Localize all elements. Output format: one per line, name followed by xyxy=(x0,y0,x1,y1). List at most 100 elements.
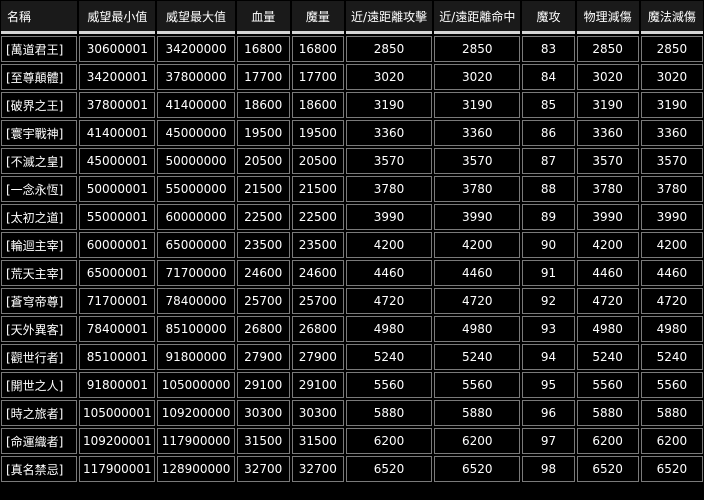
cell-mp: 29100 xyxy=(291,372,344,398)
cell-prestige-max: 117900000 xyxy=(157,428,235,454)
table-row: [不滅之皇] 45000001 50000000 20500 20500 3570 3570… xyxy=(1,148,703,174)
cell-hit: 3990 xyxy=(434,204,521,230)
cell-magic-attack: 84 xyxy=(522,64,575,90)
cell-magic-reduction: 5240 xyxy=(640,344,703,370)
cell-prestige-min: 41400001 xyxy=(79,120,156,146)
cell-prestige-max: 41400000 xyxy=(157,92,235,118)
cell-physical-reduction: 2850 xyxy=(576,36,639,62)
cell-name: [輪迴主宰] xyxy=(1,232,78,258)
cell-mp: 21500 xyxy=(291,176,344,202)
cell-attack: 3190 xyxy=(345,92,433,118)
cell-prestige-max: 109200000 xyxy=(157,400,235,426)
cell-prestige-min: 78400001 xyxy=(79,316,156,342)
table-row: [時之旅者] 105000001 109200000 30300 30300 5880 58… xyxy=(1,400,703,426)
cell-magic-attack: 92 xyxy=(522,288,575,314)
table-row: [荒天主宰] 65000001 71700000 24600 24600 4460 4460… xyxy=(1,260,703,286)
cell-magic-attack: 93 xyxy=(522,316,575,342)
cell-hit: 3190 xyxy=(434,92,521,118)
cell-prestige-min: 117900001 xyxy=(79,456,156,482)
cell-magic-attack: 96 xyxy=(522,400,575,426)
cell-magic-reduction: 5560 xyxy=(640,372,703,398)
cell-prestige-min: 45000001 xyxy=(79,148,156,174)
cell-physical-reduction: 5560 xyxy=(576,372,639,398)
cell-prestige-max: 55000000 xyxy=(157,176,235,202)
cell-mp: 20500 xyxy=(291,148,344,174)
stats-table-view: 名稱 威望最小值 威望最大值 血量 魔量 近/遠距離攻擊 近/遠距離命中 魔攻 … xyxy=(0,0,704,500)
header-row: 名稱 威望最小值 威望最大值 血量 魔量 近/遠距離攻擊 近/遠距離命中 魔攻 … xyxy=(1,1,703,34)
cell-attack: 3570 xyxy=(345,148,433,174)
cell-prestige-min: 55000001 xyxy=(79,204,156,230)
cell-magic-reduction: 3780 xyxy=(640,176,703,202)
cell-hit: 3570 xyxy=(434,148,521,174)
cell-prestige-min: 91800001 xyxy=(79,372,156,398)
cell-hp: 29100 xyxy=(236,372,290,398)
cell-prestige-max: 34200000 xyxy=(157,36,235,62)
column-header-hit: 近/遠距離命中 xyxy=(434,1,521,34)
cell-physical-reduction: 4980 xyxy=(576,316,639,342)
cell-name: [太初之道] xyxy=(1,204,78,230)
cell-attack: 3990 xyxy=(345,204,433,230)
cell-magic-reduction: 3190 xyxy=(640,92,703,118)
cell-hit: 4720 xyxy=(434,288,521,314)
cell-attack: 5240 xyxy=(345,344,433,370)
cell-magic-reduction: 6520 xyxy=(640,456,703,482)
cell-mp: 18600 xyxy=(291,92,344,118)
cell-attack: 6200 xyxy=(345,428,433,454)
cell-magic-reduction: 4460 xyxy=(640,260,703,286)
cell-hp: 32700 xyxy=(236,456,290,482)
table-row: [蒼穹帝尊] 71700001 78400000 25700 25700 4720 4720… xyxy=(1,288,703,314)
cell-attack: 3360 xyxy=(345,120,433,146)
cell-hit: 5240 xyxy=(434,344,521,370)
cell-hit: 3020 xyxy=(434,64,521,90)
cell-magic-reduction: 4980 xyxy=(640,316,703,342)
cell-name: [開世之人] xyxy=(1,372,78,398)
cell-magic-reduction: 3360 xyxy=(640,120,703,146)
cell-mp: 24600 xyxy=(291,260,344,286)
column-header-mp: 魔量 xyxy=(291,1,344,34)
cell-name: [觀世行者] xyxy=(1,344,78,370)
cell-physical-reduction: 6200 xyxy=(576,428,639,454)
column-header-magic-reduction: 魔法減傷 xyxy=(640,1,703,34)
cell-prestige-max: 78400000 xyxy=(157,288,235,314)
cell-mp: 22500 xyxy=(291,204,344,230)
cell-mp: 16800 xyxy=(291,36,344,62)
cell-name: [命運織者] xyxy=(1,428,78,454)
cell-physical-reduction: 4200 xyxy=(576,232,639,258)
table-row: [一念永恆] 50000001 55000000 21500 21500 3780 3780… xyxy=(1,176,703,202)
cell-name: [破界之王] xyxy=(1,92,78,118)
cell-hp: 30300 xyxy=(236,400,290,426)
column-header-magic-attack: 魔攻 xyxy=(522,1,575,34)
cell-prestige-min: 105000001 xyxy=(79,400,156,426)
cell-physical-reduction: 4720 xyxy=(576,288,639,314)
cell-prestige-min: 37800001 xyxy=(79,92,156,118)
cell-physical-reduction: 3990 xyxy=(576,204,639,230)
cell-hp: 27900 xyxy=(236,344,290,370)
cell-prestige-min: 65000001 xyxy=(79,260,156,286)
cell-hit: 6200 xyxy=(434,428,521,454)
cell-hit: 4460 xyxy=(434,260,521,286)
cell-hit: 4200 xyxy=(434,232,521,258)
cell-mp: 23500 xyxy=(291,232,344,258)
cell-name: [真名禁忌] xyxy=(1,456,78,482)
cell-magic-reduction: 3570 xyxy=(640,148,703,174)
cell-hp: 17700 xyxy=(236,64,290,90)
cell-magic-attack: 87 xyxy=(522,148,575,174)
cell-prestige-min: 50000001 xyxy=(79,176,156,202)
cell-magic-attack: 85 xyxy=(522,92,575,118)
cell-attack: 5880 xyxy=(345,400,433,426)
cell-mp: 32700 xyxy=(291,456,344,482)
table-row: [觀世行者] 85100001 91800000 27900 27900 5240 5240… xyxy=(1,344,703,370)
cell-prestige-min: 109200001 xyxy=(79,428,156,454)
cell-magic-attack: 89 xyxy=(522,204,575,230)
cell-hit: 5560 xyxy=(434,372,521,398)
cell-magic-attack: 97 xyxy=(522,428,575,454)
cell-hp: 20500 xyxy=(236,148,290,174)
cell-magic-attack: 86 xyxy=(522,120,575,146)
column-header-prestige-max: 威望最大值 xyxy=(157,1,235,34)
cell-magic-attack: 94 xyxy=(522,344,575,370)
cell-magic-attack: 95 xyxy=(522,372,575,398)
cell-magic-attack: 98 xyxy=(522,456,575,482)
cell-physical-reduction: 3780 xyxy=(576,176,639,202)
cell-attack: 4980 xyxy=(345,316,433,342)
cell-physical-reduction: 3190 xyxy=(576,92,639,118)
